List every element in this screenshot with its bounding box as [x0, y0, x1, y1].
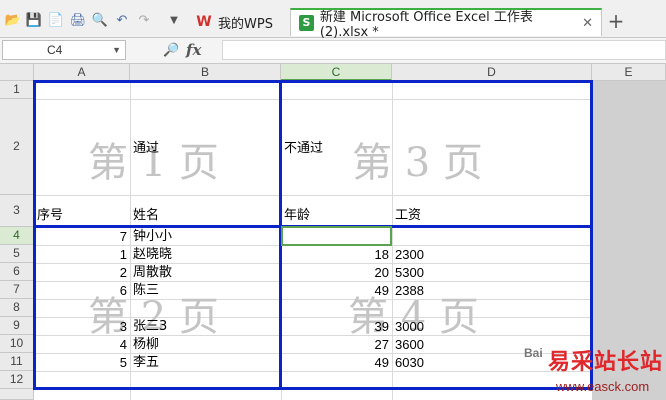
- cell-a11[interactable]: 5: [34, 353, 130, 371]
- column-header-d[interactable]: D: [392, 64, 592, 81]
- function-icon[interactable]: fx: [186, 41, 201, 59]
- cell-d5[interactable]: 2300: [392, 245, 592, 263]
- site-logo-title: 易采站长站: [548, 350, 664, 375]
- cell-b9[interactable]: 张三3: [130, 317, 281, 335]
- close-tab-icon[interactable]: ✕: [576, 16, 593, 31]
- chevron-down-icon[interactable]: ▼: [112, 41, 121, 59]
- save-icon[interactable]: 💾: [26, 12, 42, 28]
- formula-input[interactable]: [222, 40, 666, 60]
- cell-b4[interactable]: 钟小小: [130, 227, 281, 245]
- tab-workbook[interactable]: S 新建 Microsoft Office Excel 工作表 (2).xlsx…: [290, 8, 602, 40]
- zoom-icon[interactable]: 🔎: [163, 43, 179, 58]
- column-header-c[interactable]: C: [281, 64, 392, 81]
- cell-c11[interactable]: 49: [281, 353, 392, 371]
- column-header-a[interactable]: A: [34, 64, 130, 81]
- column-header-b[interactable]: B: [130, 64, 281, 81]
- cell-a10[interactable]: 4: [34, 335, 130, 353]
- tab-my-wps-label: 我的WPS: [218, 16, 273, 32]
- print-preview-icon[interactable]: 🔍: [92, 12, 108, 28]
- cell-a4[interactable]: 7: [34, 227, 130, 245]
- site-logo-url: www.easck.com: [556, 379, 650, 394]
- row-header-4[interactable]: 4: [0, 227, 34, 245]
- page-break-left: [33, 80, 36, 390]
- wps-logo-icon: W: [196, 14, 212, 30]
- cell-a3[interactable]: 序号: [34, 195, 130, 227]
- active-cell-selection[interactable]: [281, 226, 392, 246]
- name-box-value: C4: [47, 43, 63, 57]
- cell-d7[interactable]: 2388: [392, 281, 592, 299]
- name-box[interactable]: C4 ▼: [2, 40, 126, 60]
- cell-b3[interactable]: 姓名: [130, 195, 281, 227]
- cell-a9[interactable]: 3: [34, 317, 130, 335]
- cell-b10[interactable]: 杨柳: [130, 335, 281, 353]
- row-header-13[interactable]: [0, 389, 34, 400]
- cell-c9[interactable]: 39: [281, 317, 392, 335]
- cell-c5[interactable]: 18: [281, 245, 392, 263]
- row-header-11[interactable]: 11: [0, 353, 34, 371]
- cell-b5[interactable]: 赵晓晓: [130, 245, 281, 263]
- page-break-bottom: [34, 387, 592, 390]
- new-tab-icon[interactable]: +: [605, 10, 627, 32]
- print-icon[interactable]: 🖨: [70, 12, 87, 28]
- row-header-7[interactable]: 7: [0, 281, 34, 299]
- open-folder-icon[interactable]: 📂: [5, 12, 21, 28]
- cell-c6[interactable]: 20: [281, 263, 392, 281]
- cell-c3[interactable]: 年龄: [281, 195, 392, 227]
- title-toolbar: 📂 💾 📄 🖨 🔍 ↶ ↷ ▼ W 我的WPS S 新建 Microsoft O…: [0, 0, 666, 40]
- undo-icon[interactable]: ↶: [114, 12, 130, 28]
- gridline: [34, 371, 592, 372]
- cell-c7[interactable]: 49: [281, 281, 392, 299]
- select-all-corner[interactable]: [0, 64, 34, 81]
- redo-icon[interactable]: ↷: [136, 12, 152, 28]
- cell-b6[interactable]: 周散散: [130, 263, 281, 281]
- cell-d3[interactable]: 工资: [392, 195, 592, 227]
- cell-b2[interactable]: 通过: [130, 99, 281, 195]
- cell-a6[interactable]: 2: [34, 263, 130, 281]
- formula-bar: C4 ▼ 🔎 fx: [0, 38, 666, 64]
- cell-d6[interactable]: 5300: [392, 263, 592, 281]
- row-header-8[interactable]: 8: [0, 299, 34, 317]
- cell-c2[interactable]: 不通过: [281, 99, 392, 195]
- row-header-5[interactable]: 5: [0, 245, 34, 263]
- site-badge: Bai: [524, 346, 543, 360]
- row-header-3[interactable]: 3: [0, 195, 34, 227]
- cell-b11[interactable]: 李五: [130, 353, 281, 371]
- cell-d4[interactable]: [392, 227, 592, 245]
- cell-b7[interactable]: 陈三: [130, 281, 281, 299]
- row-header-9[interactable]: 9: [0, 317, 34, 335]
- tab-my-wps[interactable]: W 我的WPS: [188, 8, 290, 36]
- export-pdf-icon[interactable]: 📄: [48, 12, 64, 28]
- row-header-10[interactable]: 10: [0, 335, 34, 353]
- row-header-2[interactable]: 2: [0, 99, 34, 195]
- column-header-e[interactable]: E: [592, 64, 666, 81]
- cell-d9[interactable]: 3000: [392, 317, 592, 335]
- row-header-6[interactable]: 6: [0, 263, 34, 281]
- row-header-1[interactable]: 1: [0, 81, 34, 99]
- cell-a5[interactable]: 1: [34, 245, 130, 263]
- row-header-12[interactable]: 12: [0, 371, 34, 389]
- cell-a7[interactable]: 6: [34, 281, 130, 299]
- page-break-top: [34, 80, 592, 83]
- cell-c10[interactable]: 27: [281, 335, 392, 353]
- spreadsheet-logo-icon: S: [299, 15, 314, 31]
- customize-dropdown-icon[interactable]: ▼: [166, 12, 182, 28]
- tab-workbook-label: 新建 Microsoft Office Excel 工作表 (2).xlsx *: [319, 10, 533, 40]
